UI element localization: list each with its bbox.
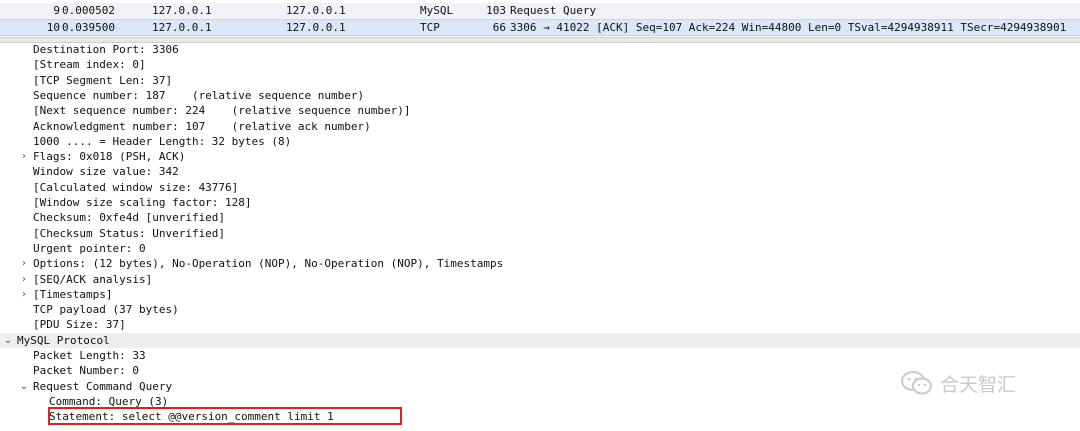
packet-destination: 127.0.0.1 — [286, 21, 346, 34]
detail-tree-item-label: Packet Length: 33 — [33, 349, 146, 362]
detail-tree-item[interactable]: Urgent pointer: 0 — [0, 241, 1080, 256]
detail-tree-item-label: [Timestamps] — [33, 287, 113, 301]
packet-row[interactable]: 9 0.000502 127.0.0.1 127.0.0.1 MySQL 103… — [0, 3, 1080, 19]
detail-tree-item[interactable]: [Next sequence number: 224 (relative seq… — [0, 103, 1080, 118]
detail-tree-item-label: Destination Port: 3306 — [33, 43, 179, 56]
detail-tree-item[interactable]: [Checksum Status: Unverified] — [0, 226, 1080, 241]
packet-time: 0.039500 — [62, 21, 115, 34]
chevron-right-icon[interactable]: › — [19, 149, 29, 164]
detail-tree-item-label: [TCP Segment Len: 37] — [33, 73, 173, 87]
detail-tree-item-label: Window size value: 342 — [33, 165, 179, 179]
chevron-down-icon[interactable]: ⌄ — [19, 379, 29, 394]
detail-tree-item-label: Options: (12 bytes), No-Operation (NOP),… — [33, 257, 504, 271]
detail-tree-item[interactable]: Destination Port: 3306 — [0, 42, 1080, 57]
detail-tree-item-label: TCP payload (37 bytes) — [33, 303, 179, 317]
detail-tree-item[interactable]: › [Timestamps] — [0, 287, 1080, 302]
packet-source: 127.0.0.1 — [152, 21, 212, 34]
packet-source: 127.0.0.1 — [152, 4, 212, 17]
packet-protocol: TCP — [420, 21, 440, 34]
detail-tree-item[interactable]: ⌄ MySQL Protocol — [0, 332, 1080, 348]
detail-tree-item-label: 1000 .... = Header Length: 32 bytes (8) — [33, 134, 292, 148]
detail-tree-item[interactable]: [TCP Segment Len: 37] — [0, 73, 1080, 88]
chevron-right-icon[interactable]: › — [19, 256, 29, 271]
detail-tree-item[interactable]: TCP payload (37 bytes) — [0, 302, 1080, 317]
detail-tree-item-label: Request Command Query — [33, 379, 173, 393]
detail-tree-item[interactable]: Window size value: 342 — [0, 164, 1080, 179]
detail-tree-item[interactable]: Packet Length: 33 — [0, 348, 1080, 363]
packet-list-pane: 9 0.000502 127.0.0.1 127.0.0.1 MySQL 103… — [0, 0, 1080, 36]
detail-tree-item[interactable]: › Flags: 0x018 (PSH, ACK) — [0, 149, 1080, 164]
detail-tree-item[interactable]: Acknowledgment number: 107 (relative ack… — [0, 119, 1080, 134]
packet-number: 10 — [46, 21, 60, 34]
detail-tree-item-label: [Checksum Status: Unverified] — [33, 226, 226, 240]
detail-tree-item-label: Packet Number: 0 — [33, 364, 139, 378]
detail-tree-item[interactable]: › [SEQ/ACK analysis] — [0, 272, 1080, 287]
detail-tree-item-label: [Stream index: 0] — [33, 58, 146, 72]
detail-tree-item[interactable]: [Window size scaling factor: 128] — [0, 195, 1080, 210]
detail-tree-item[interactable]: Sequence number: 187 (relative sequence … — [0, 88, 1080, 103]
detail-tree-item-label: Sequence number: 187 (relative sequence … — [33, 88, 365, 102]
chevron-right-icon[interactable]: › — [19, 287, 29, 302]
packet-length: 103 — [486, 4, 506, 17]
detail-tree-item-label: Acknowledgment number: 107 (relative ack… — [33, 119, 371, 133]
detail-tree-item-label: [SEQ/ACK analysis] — [33, 272, 153, 286]
detail-tree-item[interactable]: 1000 .... = Header Length: 32 bytes (8) — [0, 134, 1080, 149]
wechat-logo-icon — [900, 370, 934, 396]
detail-tree-item[interactable]: › Options: (12 bytes), No-Operation (NOP)… — [0, 256, 1080, 271]
packet-row-selected[interactable]: 10 0.039500 127.0.0.1 127.0.0.1 TCP 66 3… — [0, 19, 1080, 36]
detail-tree-item-label: [Next sequence number: 224 (relative seq… — [33, 104, 411, 118]
detail-tree-item[interactable]: [Calculated window size: 43776] — [0, 180, 1080, 195]
detail-tree-item[interactable]: Checksum: 0xfe4d [unverified] — [0, 210, 1080, 225]
packet-info: 3306 → 41022 [ACK] Seq=107 Ack=224 Win=4… — [510, 21, 1067, 34]
detail-tree-item-label: Checksum: 0xfe4d [unverified] — [33, 211, 226, 225]
packet-number: 9 — [53, 4, 60, 17]
statement-highlight-box — [48, 407, 402, 425]
packet-length: 66 — [492, 21, 506, 34]
detail-tree-item-label: Flags: 0x018 (PSH, ACK) — [33, 150, 186, 164]
detail-tree-item-label: [Window size scaling factor: 128] — [33, 196, 252, 209]
packet-destination: 127.0.0.1 — [286, 4, 346, 17]
detail-tree-item-label: MySQL Protocol — [17, 333, 110, 347]
packet-time: 0.000502 — [62, 4, 115, 17]
chevron-down-icon[interactable]: ⌄ — [3, 333, 13, 348]
packet-info: Request Query — [510, 4, 597, 17]
watermark: 合天智汇 — [900, 368, 1060, 398]
detail-tree-item[interactable]: [Stream index: 0] — [0, 57, 1080, 72]
detail-tree-item-label: [PDU Size: 37] — [33, 318, 126, 332]
watermark-text: 合天智汇 — [940, 373, 1017, 396]
detail-tree-item-label: [Calculated window size: 43776] — [33, 180, 239, 194]
packet-protocol: MySQL — [420, 4, 454, 17]
chevron-right-icon[interactable]: › — [19, 272, 29, 287]
detail-tree-item[interactable]: [PDU Size: 37] — [0, 317, 1080, 332]
detail-tree-item-label: Urgent pointer: 0 — [33, 241, 146, 255]
